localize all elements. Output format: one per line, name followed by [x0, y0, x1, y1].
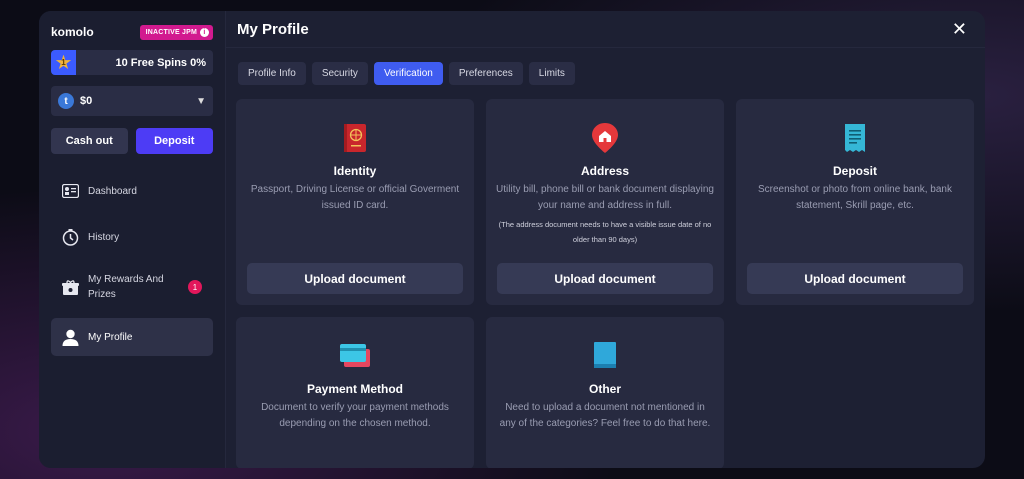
sidebar: komolo INACTIVE JPM i 1 10 Free Spins 0%… [39, 11, 226, 468]
tab-verification[interactable]: Verification [373, 62, 443, 85]
card-title: Other [588, 382, 621, 396]
close-icon[interactable]: ✕ [952, 20, 967, 38]
brand-row: komolo INACTIVE JPM i [51, 24, 213, 40]
dashboard-icon [62, 183, 79, 200]
page-title: My Profile [237, 21, 309, 38]
card-description: Need to upload a document not mentioned … [499, 402, 711, 429]
upload-address-button[interactable]: Upload document [497, 263, 713, 294]
tab-security[interactable]: Security [311, 62, 368, 85]
profile-modal: komolo INACTIVE JPM i 1 10 Free Spins 0%… [39, 11, 985, 468]
sidebar-item-dashboard[interactable]: Dashboard [51, 172, 213, 210]
card-description: Passport, Driving License or official Go… [250, 184, 460, 211]
payment-method-card: Payment Method Document to verify your p… [236, 317, 474, 468]
profile-tabs: Profile Info Security Verification Prefe… [238, 62, 575, 85]
deposit-card: Deposit Screenshot or photo from online … [736, 99, 974, 305]
header-divider [226, 47, 985, 48]
card-title: Identity [333, 164, 377, 178]
cashout-button[interactable]: Cash out [51, 128, 128, 154]
sidebar-nav: Dashboard History My Rewards And Prizes … [51, 172, 213, 356]
sidebar-item-label: History [88, 231, 120, 243]
document-icon [590, 341, 620, 371]
upload-identity-button[interactable]: Upload document [247, 263, 463, 294]
badge-label: INACTIVE JPM [145, 28, 197, 36]
star-icon: 1 [55, 54, 72, 70]
level-badge: 1 [51, 50, 76, 75]
location-pin-icon [590, 123, 620, 153]
notification-count-badge: 1 [188, 280, 202, 294]
level-number: 1 [61, 58, 66, 67]
card-description: Utility bill, phone bill or bank documen… [496, 184, 714, 211]
receipt-icon [840, 123, 870, 153]
card-title: Payment Method [306, 382, 403, 396]
user-icon [62, 329, 79, 346]
balance-amount: $0 [80, 95, 93, 107]
tab-limits[interactable]: Limits [528, 62, 575, 85]
card-title: Address [580, 164, 630, 178]
main-content: My Profile ✕ Profile Info Security Verif… [226, 11, 985, 468]
sidebar-item-history[interactable]: History [51, 218, 213, 256]
jackpot-status-badge[interactable]: INACTIVE JPM i [139, 24, 213, 40]
wallet-selector[interactable]: t $0 ▼ [51, 86, 213, 116]
verification-cards: Identity Passport, Driving License or of… [236, 99, 974, 468]
sidebar-item-my-profile[interactable]: My Profile [51, 318, 213, 356]
sidebar-item-label: My Profile [88, 331, 133, 343]
identity-card: Identity Passport, Driving License or of… [236, 99, 474, 305]
clock-icon [62, 228, 79, 246]
address-card: Address Utility bill, phone bill or bank… [486, 99, 724, 305]
passport-icon [340, 123, 370, 153]
tab-profile-info[interactable]: Profile Info [238, 62, 306, 85]
free-spins-progress[interactable]: 1 10 Free Spins 0% [51, 50, 213, 75]
free-spins-text: 10 Free Spins 0% [115, 56, 207, 69]
card-note: (The address document needs to have a vi… [498, 220, 712, 244]
wallet-actions: Cash out Deposit [51, 128, 213, 154]
card-description: Document to verify your payment methods … [261, 402, 449, 429]
chevron-down-icon: ▼ [196, 95, 206, 107]
gift-icon [62, 279, 79, 296]
username: komolo [51, 25, 94, 39]
info-icon[interactable]: i [200, 27, 209, 37]
sidebar-item-rewards[interactable]: My Rewards And Prizes 1 [51, 264, 213, 310]
sidebar-item-label: My Rewards And Prizes [88, 274, 164, 300]
credit-card-icon [340, 341, 370, 371]
card-description: Screenshot or photo from online bank, ba… [757, 184, 952, 211]
deposit-button[interactable]: Deposit [135, 128, 213, 154]
tab-preferences[interactable]: Preferences [448, 62, 523, 85]
currency-icon: t [58, 93, 74, 109]
card-title: Deposit [832, 164, 877, 178]
upload-deposit-button[interactable]: Upload document [747, 263, 963, 294]
sidebar-item-label: Dashboard [88, 185, 137, 197]
other-card: Other Need to upload a document not ment… [486, 317, 724, 468]
